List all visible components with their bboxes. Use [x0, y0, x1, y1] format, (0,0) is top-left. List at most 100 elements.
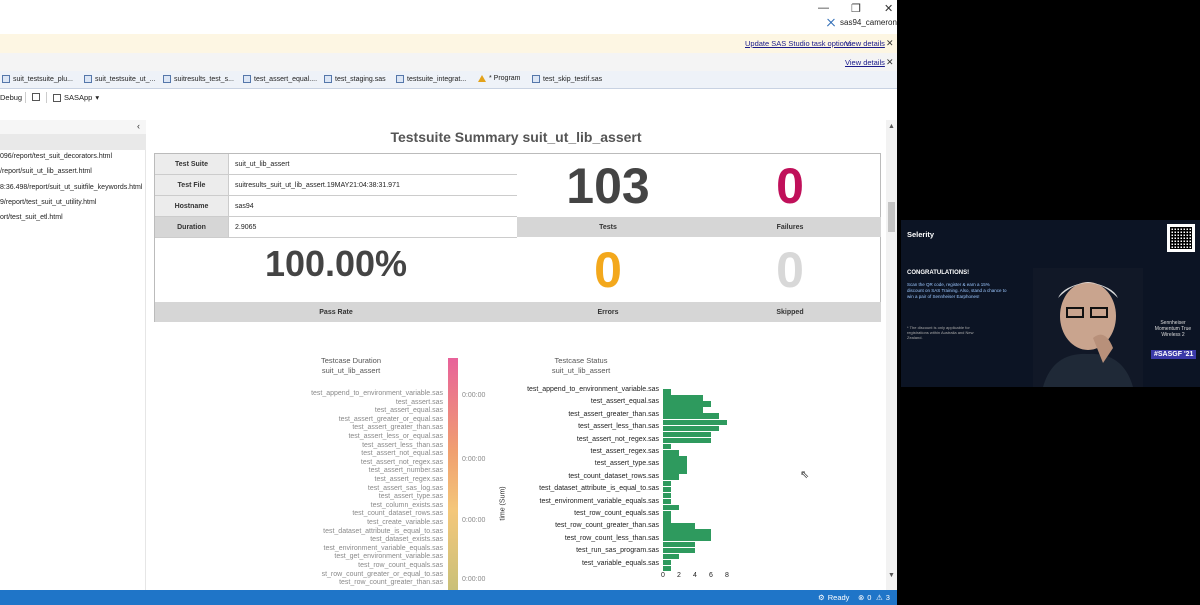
view-details-link-2[interactable]: View details — [845, 58, 885, 67]
status-bar — [663, 480, 671, 486]
file-item[interactable]: ort/test_suit_etl.html — [0, 214, 63, 221]
collapse-panel-icon[interactable]: ‹ — [137, 121, 140, 131]
status-bar — [663, 511, 671, 517]
duration-row-label: test_assert_equal.sas — [374, 407, 443, 415]
tab-label: suit_testsuite_ut_... — [95, 75, 156, 83]
document-icon — [32, 93, 40, 101]
duration-row-label: test_append_to_environment_variable.sas — [311, 390, 443, 397]
server-label: SASApp — [64, 93, 93, 102]
status-bar — [663, 535, 711, 541]
scrollbar-thumb[interactable] — [888, 202, 895, 232]
close-notification-icon[interactable]: ✕ — [886, 38, 894, 49]
file-panel-header — [0, 120, 146, 134]
duration-chart-title: Testcase Duration suit_ut_lib_assert — [296, 356, 406, 376]
view-details-link-1[interactable]: View details — [845, 39, 885, 48]
file-item[interactable]: 9/report/test_suit_ut_utility.html — [0, 199, 96, 206]
status-bar — [663, 443, 671, 450]
duration-row-label: test_assert_less_or_equal.sas — [348, 433, 443, 440]
video-promo-text: Scan the QR code, register & earn a 15% … — [907, 282, 1007, 299]
file-icon — [2, 75, 10, 83]
status-bar — [663, 498, 671, 505]
error-count-label: 0 — [867, 593, 872, 602]
status-row-label: test_count_dataset_rows.sas — [568, 472, 659, 480]
duration-label: Duration — [155, 217, 229, 238]
status-row-label: test_row_count_less_than.sas — [564, 534, 659, 542]
status-bar — [663, 425, 719, 432]
tab-item[interactable]: test_assert_equal.... — [243, 75, 317, 83]
status-bar — [663, 559, 671, 566]
toolbar-separator — [46, 92, 47, 103]
status-bar — [663, 395, 703, 401]
qr-code-icon — [1167, 224, 1195, 252]
colorbar-tick: 0:00:00 — [462, 576, 486, 583]
tab-item[interactable]: suit_testsuite_ut_... — [84, 75, 155, 83]
report-pane: Testsuite Summary suit_ut_lib_assert Tes… — [146, 105, 886, 590]
user-menu[interactable]: sas94_cameron — [826, 18, 897, 27]
editor-tabs: suit_testsuite_plu... suit_testsuite_ut_… — [0, 71, 897, 89]
status-bar — [663, 407, 703, 413]
duration-chart-title-text: Testcase Duration — [320, 356, 382, 365]
duration-row-label: test_assert_number.sas — [368, 467, 443, 475]
gear-icon: ⚙ — [818, 593, 825, 602]
status-x-tick: 0 — [661, 572, 665, 579]
file-item[interactable]: 8:36.498/report/suit_ut_suitfile_keyword… — [0, 184, 142, 191]
update-task-options-link[interactable]: Update SAS Studio task options — [745, 39, 852, 48]
status-x-tick: 2 — [677, 572, 681, 579]
ready-label: Ready — [827, 593, 850, 602]
duration-row-label: test_row_count_greater_than.sas — [339, 579, 443, 587]
file-item[interactable]: /report/suit_ut_lib_assert.html — [0, 168, 92, 175]
test-file-label: Test File — [155, 175, 229, 196]
failures-count: 0 — [776, 158, 804, 214]
colorbar — [448, 358, 458, 590]
tab-item[interactable]: test_skip_testif.sas — [532, 75, 602, 83]
server-icon — [53, 93, 61, 102]
chevron-down-icon: ▾ — [95, 93, 100, 102]
close-notification-icon[interactable]: ✕ — [886, 57, 894, 68]
tab-label: test_assert_equal.... — [254, 75, 318, 83]
file-icon — [396, 75, 404, 83]
status-row-label: test_assert_greater_than.sas — [568, 410, 659, 418]
restore-button[interactable]: ❐ — [851, 2, 861, 15]
colorbar-title: time (Sum) — [499, 486, 507, 521]
status-bar — [663, 553, 679, 560]
tab-item[interactable]: * Program — [478, 75, 521, 82]
minimize-button[interactable]: — — [818, 2, 829, 14]
sas-studio-window: — ❐ ✕ sas94_cameron Update SAS Studio ta… — [0, 0, 897, 605]
duration-value: 2.9065 — [229, 217, 517, 238]
status-bar — [663, 389, 671, 395]
scroll-up-icon[interactable]: ▲ — [888, 123, 895, 130]
notification-bar-1: Update SAS Studio task options View deta… — [0, 34, 897, 53]
test-file-value: suitresults_suit_ut_lib_assert.19MAY21:0… — [229, 175, 517, 196]
status-bar — [663, 437, 711, 444]
video-product: Sennheiser Momentum True Wireless 2 — [1154, 320, 1192, 338]
duration-row-label: test_assert_less_than.sas — [362, 441, 443, 449]
server-select[interactable]: SASApp ▾ — [53, 93, 99, 102]
document-button[interactable] — [32, 93, 40, 101]
webcam-video: Selerity CONGRATULATIONS! Scan the QR co… — [901, 220, 1200, 387]
tab-item[interactable]: test_staging.sas — [324, 75, 386, 83]
selected-row — [0, 134, 146, 150]
hostname-label: Hostname — [155, 196, 229, 217]
tab-item[interactable]: suitresults_test_s... — [163, 75, 234, 83]
report-scrollbar[interactable]: ▲ ▼ — [886, 120, 897, 590]
close-window-button[interactable]: ✕ — [884, 2, 893, 15]
duration-row-label: test_assert_regex.sas — [374, 476, 443, 483]
status-row-label: test_assert_regex.sas — [590, 448, 659, 455]
summary-table: Test Suite suit_ut_lib_assert Test File … — [154, 153, 881, 322]
colorbar-tick: 0:00:00 — [462, 392, 486, 399]
duration-row-label: test_dataset_exists.sas — [370, 536, 443, 544]
error-count[interactable]: ⊗ 0 — [858, 593, 871, 602]
duration-row-label: test_assert_type.sas — [378, 493, 443, 501]
tab-label: test_skip_testif.sas — [543, 75, 603, 83]
debug-button[interactable]: Debug — [0, 93, 22, 102]
scroll-down-icon[interactable]: ▼ — [888, 572, 895, 579]
file-item[interactable]: 096/report/test_suit_decorators.html — [0, 153, 112, 160]
pass-rate-label: Pass Rate — [155, 302, 517, 322]
status-chart-title-text: Testcase Status — [554, 356, 608, 365]
tab-item[interactable]: testsuite_integrat... — [396, 75, 466, 83]
status-row-label: test_assert_less_than.sas — [578, 423, 659, 431]
ready-status: ⚙ Ready — [818, 593, 849, 602]
tab-item[interactable]: suit_testsuite_plu... — [2, 75, 73, 83]
status-row-label: test_assert_equal.sas — [590, 398, 659, 406]
warning-count[interactable]: ⚠ 3 — [876, 593, 890, 602]
